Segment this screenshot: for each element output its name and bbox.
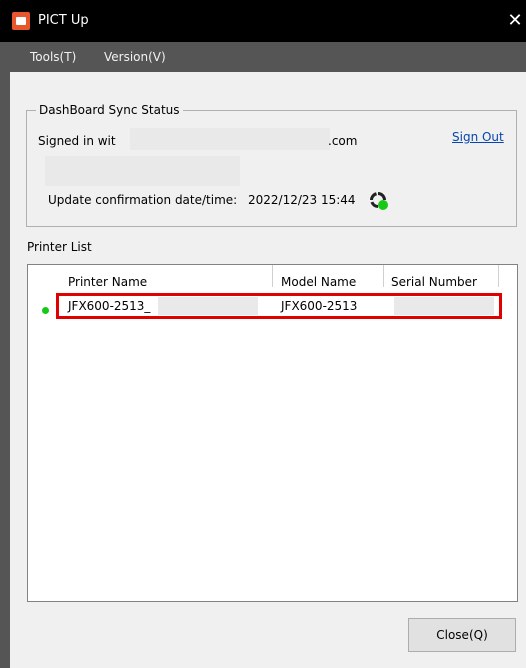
window-title: PICT Up bbox=[38, 13, 89, 28]
column-separator[interactable] bbox=[383, 265, 384, 287]
signed-in-suffix: .com bbox=[328, 134, 358, 148]
menu-version[interactable]: Version(V) bbox=[104, 50, 166, 64]
column-serial-number[interactable]: Serial Number bbox=[391, 275, 477, 289]
printer-list-label: Printer List bbox=[27, 240, 92, 254]
update-date-value: 2022/12/23 15:44 bbox=[248, 193, 356, 207]
column-model-name[interactable]: Model Name bbox=[281, 275, 356, 289]
refresh-icon[interactable] bbox=[368, 190, 388, 210]
sync-status-legend: DashBoard Sync Status bbox=[36, 103, 183, 117]
printer-list-header: Printer Name Model Name Serial Number bbox=[28, 265, 517, 289]
status-online-icon bbox=[42, 307, 49, 314]
redacted-account bbox=[45, 156, 240, 186]
sign-out-link[interactable]: Sign Out bbox=[452, 130, 504, 144]
close-button[interactable]: Close(Q) bbox=[408, 618, 516, 652]
printer-list[interactable]: Printer Name Model Name Serial Number JF… bbox=[27, 264, 518, 602]
redacted-email bbox=[130, 128, 330, 150]
menu-bar: Tools(T) Version(V) bbox=[0, 42, 526, 72]
app-icon bbox=[12, 12, 30, 30]
update-date-label: Update confirmation date/time: bbox=[48, 193, 238, 207]
column-separator[interactable] bbox=[272, 265, 273, 287]
column-separator[interactable] bbox=[498, 265, 499, 287]
window-side-strip bbox=[0, 72, 10, 668]
close-icon[interactable]: ✕ bbox=[504, 10, 526, 31]
highlight-box bbox=[56, 293, 502, 319]
signed-in-prefix: Signed in wit bbox=[38, 134, 116, 148]
column-printer-name[interactable]: Printer Name bbox=[68, 275, 147, 289]
title-bar: PICT Up ✕ bbox=[0, 0, 526, 42]
menu-tools[interactable]: Tools(T) bbox=[30, 50, 76, 64]
